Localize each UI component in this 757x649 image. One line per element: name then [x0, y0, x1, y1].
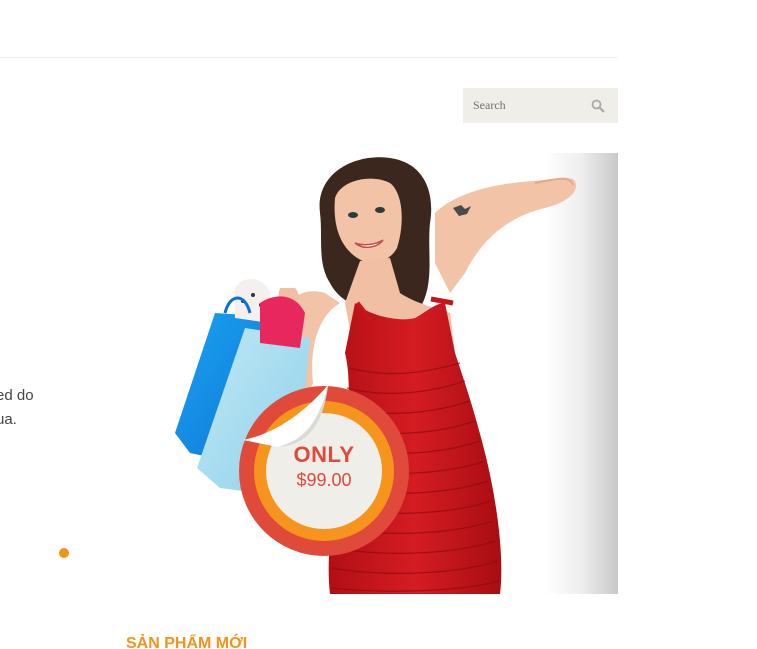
slide-caption-line: ua. [0, 411, 17, 428]
chevron-right-icon[interactable] [515, 364, 545, 396]
page: ed do ua. [0, 0, 757, 649]
slide-caption: ed do ua. [0, 384, 34, 432]
promo-only-label: ONLY [293, 442, 355, 467]
section-title: SẢN PHẨM MỚI [126, 635, 248, 649]
search-icon[interactable] [591, 99, 605, 113]
slide-caption-line: ed do [0, 387, 34, 404]
header-divider [0, 57, 618, 58]
slider-dot-active[interactable] [59, 548, 69, 558]
search-input[interactable] [463, 88, 583, 123]
promo-price: $99.00 [296, 470, 352, 490]
